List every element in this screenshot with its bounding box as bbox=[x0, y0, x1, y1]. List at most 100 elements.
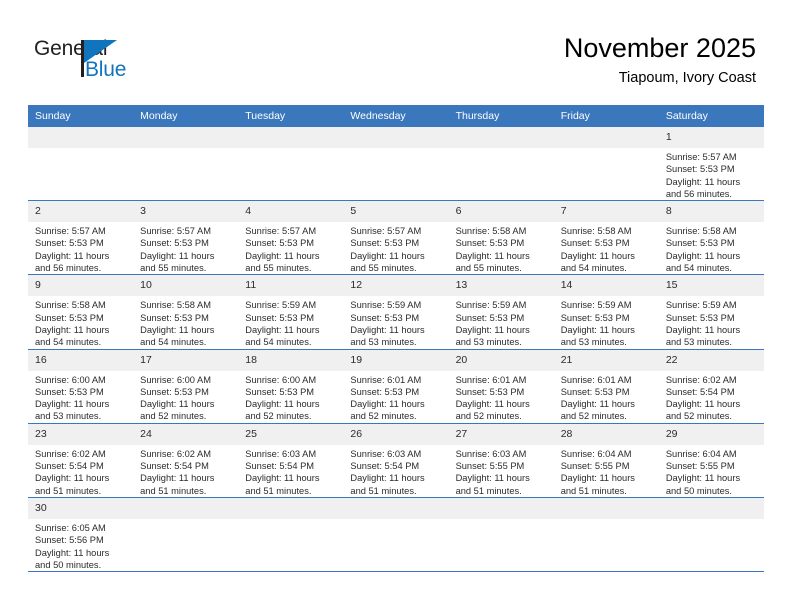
calendar-day-cell[interactable]: 15 Sunrise: 5:59 AM Sunset: 5:53 PM Dayligh… bbox=[658, 274, 764, 350]
sunrise-text: Sunrise: 5:59 AM bbox=[455, 300, 527, 311]
calendar-day-cell[interactable]: 22 Sunrise: 6:02 AM Sunset: 5:54 PM Dayligh… bbox=[658, 349, 764, 424]
day-details: Sunrise: 5:59 AM Sunset: 5:53 PM Daylight:… bbox=[238, 296, 343, 348]
daylight-text: Daylight: 11 hours and 52 minutes. bbox=[455, 399, 530, 422]
calendar-day-cell[interactable]: 28 Sunrise: 6:04 AM Sunset: 5:55 PM Dayligh… bbox=[553, 423, 659, 498]
sunrise-text: Sunrise: 5:58 AM bbox=[455, 226, 527, 237]
sunrise-text: Sunrise: 5:57 AM bbox=[665, 152, 737, 162]
sunrise-text: Sunrise: 6:01 AM bbox=[560, 374, 632, 385]
daylight-text: Daylight: 11 hours and 53 minutes. bbox=[665, 324, 741, 348]
calendar-week-row: 1 Sunrise: 5:57 AM Sunset: 5:53 PM Daylight… bbox=[28, 127, 764, 202]
calendar-day-cell[interactable]: 16 Sunrise: 6:00 AM Sunset: 5:53 PM Dayligh… bbox=[28, 349, 134, 424]
day-details: Sunrise: 6:03 AM Sunset: 5:55 PM Daylight:… bbox=[449, 445, 554, 497]
day-details: Sunrise: 6:00 AM Sunset: 5:53 PM Daylight:… bbox=[238, 371, 343, 423]
sunrise-text: Sunrise: 5:58 AM bbox=[35, 300, 106, 311]
day-number bbox=[238, 127, 344, 148]
sunset-text: Sunset: 5:53 PM bbox=[350, 386, 420, 397]
calendar-day-cell[interactable]: 26 Sunrise: 6:03 AM Sunset: 5:54 PM Dayligh… bbox=[343, 423, 449, 498]
calendar-day-cell[interactable]: 5 Sunrise: 5:57 AM Sunset: 5:53 PM Daylight… bbox=[343, 200, 449, 276]
calendar-day-cell[interactable]: 9 Sunrise: 5:58 AM Sunset: 5:53 PM Daylight… bbox=[28, 274, 134, 350]
calendar-day-cell[interactable]: 24 Sunrise: 6:02 AM Sunset: 5:54 PM Dayligh… bbox=[133, 423, 239, 498]
sunset-text: Sunset: 5:53 PM bbox=[350, 312, 420, 323]
day-number: 25 bbox=[238, 423, 344, 445]
sunrise-text: Sunrise: 5:59 AM bbox=[665, 300, 737, 311]
daylight-text: Daylight: 11 hours and 56 minutes. bbox=[35, 250, 110, 274]
daylight-text: Daylight: 11 hours and 56 minutes. bbox=[665, 176, 741, 199]
calendar-day-cell[interactable]: 30 Sunrise: 6:05 AM Sunset: 5:56 PM Dayligh… bbox=[28, 497, 134, 573]
general-blue-logo[interactable]: General Blue bbox=[34, 37, 174, 93]
sunset-text: Sunset: 5:53 PM bbox=[35, 238, 104, 249]
sunrise-text: Sunrise: 6:02 AM bbox=[665, 374, 737, 385]
calendar-day-cell[interactable]: 11 Sunrise: 5:59 AM Sunset: 5:53 PM Dayligh… bbox=[238, 274, 344, 350]
calendar-day-cell[interactable]: 19 Sunrise: 6:01 AM Sunset: 5:53 PM Dayligh… bbox=[343, 349, 449, 424]
day-number: 23 bbox=[28, 423, 134, 445]
day-number: 3 bbox=[133, 201, 239, 223]
sunrise-text: Sunrise: 6:00 AM bbox=[35, 374, 106, 385]
calendar-cell-empty bbox=[658, 497, 764, 573]
sunset-text: Sunset: 5:54 PM bbox=[665, 386, 735, 397]
day-number bbox=[133, 127, 239, 148]
day-number: 1 bbox=[658, 127, 764, 148]
sunset-text: Sunset: 5:53 PM bbox=[455, 312, 525, 323]
sunset-text: Sunset: 5:54 PM bbox=[350, 461, 420, 472]
calendar-week-row: 30 Sunrise: 6:05 AM Sunset: 5:56 PM Dayligh… bbox=[28, 497, 764, 573]
calendar-day-cell[interactable]: 2 Sunrise: 5:57 AM Sunset: 5:53 PM Daylight… bbox=[28, 200, 134, 276]
day-number bbox=[343, 497, 449, 519]
day-details: Sunrise: 6:04 AM Sunset: 5:55 PM Daylight:… bbox=[554, 445, 659, 497]
day-number: 20 bbox=[448, 349, 554, 371]
daylight-text: Daylight: 11 hours and 51 minutes. bbox=[560, 473, 635, 496]
calendar-day-cell[interactable]: 21 Sunrise: 6:01 AM Sunset: 5:53 PM Dayligh… bbox=[553, 349, 659, 424]
day-details: Sunrise: 5:58 AM Sunset: 5:53 PM Daylight:… bbox=[554, 222, 659, 274]
calendar-day-cell[interactable]: 17 Sunrise: 6:00 AM Sunset: 5:53 PM Dayligh… bbox=[133, 349, 239, 424]
calendar-cell-empty bbox=[553, 127, 659, 202]
calendar-day-cell[interactable]: 12 Sunrise: 5:59 AM Sunset: 5:53 PM Dayligh… bbox=[343, 274, 449, 350]
calendar-day-cell[interactable]: 4 Sunrise: 5:57 AM Sunset: 5:53 PM Daylight… bbox=[238, 200, 344, 276]
sunrise-text: Sunrise: 6:02 AM bbox=[35, 448, 106, 459]
calendar-day-cell[interactable]: 10 Sunrise: 5:58 AM Sunset: 5:53 PM Dayligh… bbox=[133, 274, 239, 350]
day-details: Sunrise: 5:58 AM Sunset: 5:53 PM Daylight:… bbox=[449, 222, 554, 274]
day-details: Sunrise: 5:58 AM Sunset: 5:53 PM Daylight:… bbox=[133, 296, 238, 348]
calendar-day-cell[interactable]: 8 Sunrise: 5:58 AM Sunset: 5:53 PM Daylight… bbox=[658, 200, 764, 276]
calendar-day-cell[interactable]: 13 Sunrise: 5:59 AM Sunset: 5:53 PM Dayligh… bbox=[448, 274, 554, 350]
day-details: Sunrise: 5:57 AM Sunset: 5:53 PM Daylight:… bbox=[28, 222, 133, 274]
daylight-text: Daylight: 11 hours and 51 minutes. bbox=[140, 473, 215, 496]
sunrise-text: Sunrise: 6:02 AM bbox=[140, 448, 211, 459]
calendar-day-cell[interactable]: 25 Sunrise: 6:03 AM Sunset: 5:54 PM Dayligh… bbox=[238, 423, 344, 498]
daylight-text: Daylight: 11 hours and 54 minutes. bbox=[245, 324, 320, 348]
day-details: Sunrise: 5:58 AM Sunset: 5:53 PM Daylight:… bbox=[28, 296, 133, 348]
daylight-text: Daylight: 11 hours and 54 minutes. bbox=[140, 324, 215, 348]
sunset-text: Sunset: 5:53 PM bbox=[245, 238, 315, 249]
daylight-text: Daylight: 11 hours and 55 minutes. bbox=[350, 250, 425, 274]
calendar-page: General Blue November 2025 Tiapoum, Ivor… bbox=[0, 0, 792, 612]
day-details: Sunrise: 5:57 AM Sunset: 5:53 PM Daylight:… bbox=[133, 222, 238, 274]
day-number bbox=[448, 497, 554, 519]
day-details: Sunrise: 5:57 AM Sunset: 5:53 PM Daylight:… bbox=[659, 148, 764, 200]
calendar-day-cell[interactable]: 29 Sunrise: 6:04 AM Sunset: 5:55 PM Dayligh… bbox=[658, 423, 764, 498]
calendar-day-cell[interactable]: 18 Sunrise: 6:00 AM Sunset: 5:53 PM Dayligh… bbox=[238, 349, 344, 424]
day-number: 12 bbox=[343, 275, 449, 297]
page-title: November 2025 bbox=[563, 33, 756, 63]
sunrise-text: Sunrise: 5:59 AM bbox=[245, 300, 317, 311]
calendar-day-cell[interactable]: 3 Sunrise: 5:57 AM Sunset: 5:53 PM Daylight… bbox=[133, 200, 239, 276]
daylight-text: Daylight: 11 hours and 51 minutes. bbox=[350, 473, 425, 496]
day-details: Sunrise: 6:03 AM Sunset: 5:54 PM Daylight:… bbox=[343, 445, 448, 497]
day-number: 2 bbox=[28, 201, 134, 223]
day-number bbox=[133, 497, 239, 519]
sunset-text: Sunset: 5:55 PM bbox=[665, 461, 735, 472]
day-number: 19 bbox=[343, 349, 449, 371]
calendar-cell-empty bbox=[553, 497, 659, 573]
day-details: Sunrise: 6:02 AM Sunset: 5:54 PM Daylight:… bbox=[28, 445, 133, 497]
day-number: 29 bbox=[658, 423, 764, 445]
calendar-day-cell[interactable]: 1 Sunrise: 5:57 AM Sunset: 5:53 PM Daylight… bbox=[658, 127, 764, 202]
calendar-day-cell[interactable]: 6 Sunrise: 5:58 AM Sunset: 5:53 PM Daylight… bbox=[448, 200, 554, 276]
calendar-day-cell[interactable]: 7 Sunrise: 5:58 AM Sunset: 5:53 PM Daylight… bbox=[553, 200, 659, 276]
calendar-day-cell[interactable]: 27 Sunrise: 6:03 AM Sunset: 5:55 PM Dayligh… bbox=[448, 423, 554, 498]
calendar-day-cell[interactable]: 23 Sunrise: 6:02 AM Sunset: 5:54 PM Dayligh… bbox=[28, 423, 134, 498]
calendar-day-cell[interactable]: 20 Sunrise: 6:01 AM Sunset: 5:53 PM Dayligh… bbox=[448, 349, 554, 424]
daylight-text: Daylight: 11 hours and 50 minutes. bbox=[665, 473, 741, 496]
calendar-week-row: 23 Sunrise: 6:02 AM Sunset: 5:54 PM Dayligh… bbox=[28, 423, 764, 498]
day-number bbox=[658, 497, 764, 519]
sunrise-text: Sunrise: 6:03 AM bbox=[245, 448, 317, 459]
calendar-day-cell[interactable]: 14 Sunrise: 5:59 AM Sunset: 5:53 PM Dayligh… bbox=[553, 274, 659, 350]
daylight-text: Daylight: 11 hours and 53 minutes. bbox=[35, 399, 110, 422]
day-details: Sunrise: 5:59 AM Sunset: 5:53 PM Daylight:… bbox=[659, 296, 764, 348]
